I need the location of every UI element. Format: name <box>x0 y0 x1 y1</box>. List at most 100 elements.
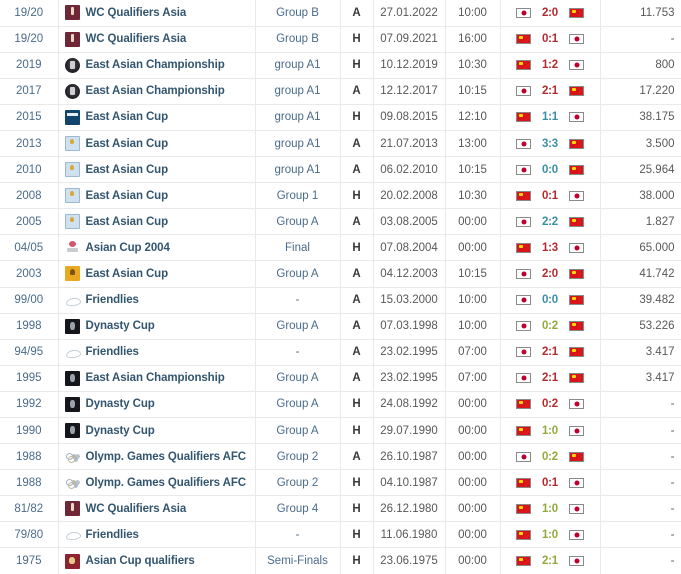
score-label[interactable]: 0:2 <box>538 451 562 463</box>
round-cell[interactable]: Group A <box>255 313 341 340</box>
round-cell[interactable]: Group 4 <box>255 495 341 522</box>
round-cell[interactable]: - <box>255 339 341 366</box>
competition-cell[interactable]: Dynasty Cup <box>58 417 256 444</box>
result-cell[interactable]: 2:1 <box>500 365 601 392</box>
table-row[interactable]: 1995 East Asian Championship Group A A 2… <box>0 365 681 392</box>
competition-link[interactable]: WC Qualifiers Asia <box>86 7 187 19</box>
score-label[interactable]: 1:3 <box>538 242 562 254</box>
score-label[interactable]: 1:1 <box>538 111 562 123</box>
competition-cell[interactable]: Asian Cup qualifiers <box>58 547 256 574</box>
score-label[interactable]: 0:2 <box>538 398 562 410</box>
competition-link[interactable]: WC Qualifiers Asia <box>86 503 187 515</box>
result-cell[interactable]: 0:1 <box>500 469 601 496</box>
score-label[interactable]: 2:1 <box>538 85 562 97</box>
competition-cell[interactable]: Asian Cup 2004 <box>58 234 256 261</box>
result-cell[interactable]: 0:0 <box>500 156 601 183</box>
result-cell[interactable]: 0:2 <box>500 313 601 340</box>
result-cell[interactable]: 2:1 <box>500 339 601 366</box>
score-label[interactable]: 3:3 <box>538 138 562 150</box>
table-row[interactable]: 2015 East Asian Cup group A1 H 09.08.201… <box>0 104 681 131</box>
score-label[interactable]: 2:0 <box>538 7 562 19</box>
competition-cell[interactable]: East Asian Cup <box>58 182 256 209</box>
competition-link[interactable]: Dynasty Cup <box>86 425 155 437</box>
table-row[interactable]: 2019 East Asian Championship group A1 H … <box>0 52 681 79</box>
competition-link[interactable]: East Asian Championship <box>86 372 225 384</box>
result-cell[interactable]: 0:2 <box>500 391 601 418</box>
table-row[interactable]: 1988 Olymp. Games Qualifiers AFC Group 2… <box>0 469 681 496</box>
score-label[interactable]: 2:1 <box>538 555 562 567</box>
result-cell[interactable]: 3:3 <box>500 130 601 157</box>
score-label[interactable]: 1:0 <box>538 529 562 541</box>
round-cell[interactable]: Group 2 <box>255 443 341 470</box>
score-label[interactable]: 1:0 <box>538 425 562 437</box>
table-row[interactable]: 1992 Dynasty Cup Group A H 24.08.1992 00… <box>0 391 681 418</box>
table-row[interactable]: 2008 East Asian Cup Group 1 H 20.02.2008… <box>0 182 681 209</box>
round-cell[interactable]: Group A <box>255 391 341 418</box>
result-cell[interactable]: 1:0 <box>500 521 601 548</box>
competition-link[interactable]: East Asian Cup <box>86 111 169 123</box>
round-cell[interactable]: group A1 <box>255 78 341 105</box>
table-row[interactable]: 1975 Asian Cup qualifiers Semi-Finals H … <box>0 547 681 574</box>
competition-cell[interactable]: WC Qualifiers Asia <box>58 26 256 53</box>
table-row[interactable]: 94/95 Friendlies - A 23.02.1995 07:00 2:… <box>0 339 681 366</box>
round-cell[interactable]: group A1 <box>255 52 341 79</box>
table-row[interactable]: 2013 East Asian Cup group A1 A 21.07.201… <box>0 130 681 157</box>
round-cell[interactable]: Group B <box>255 26 341 53</box>
competition-link[interactable]: East Asian Cup <box>86 216 169 228</box>
competition-cell[interactable]: Dynasty Cup <box>58 313 256 340</box>
result-cell[interactable]: 1:0 <box>500 495 601 522</box>
result-cell[interactable]: 2:2 <box>500 208 601 235</box>
score-label[interactable]: 0:0 <box>538 294 562 306</box>
competition-link[interactable]: East Asian Cup <box>86 164 169 176</box>
competition-cell[interactable]: East Asian Championship <box>58 78 256 105</box>
result-cell[interactable]: 0:2 <box>500 443 601 470</box>
result-cell[interactable]: 1:0 <box>500 417 601 444</box>
competition-cell[interactable]: Friendlies <box>58 521 256 548</box>
competition-link[interactable]: Olymp. Games Qualifiers AFC <box>86 477 247 489</box>
result-cell[interactable]: 0:1 <box>500 182 601 209</box>
result-cell[interactable]: 1:3 <box>500 234 601 261</box>
score-label[interactable]: 0:2 <box>538 320 562 332</box>
score-label[interactable]: 2:1 <box>538 372 562 384</box>
round-cell[interactable]: group A1 <box>255 130 341 157</box>
table-row[interactable]: 99/00 Friendlies - A 15.03.2000 10:00 0:… <box>0 287 681 314</box>
score-label[interactable]: 1:0 <box>538 503 562 515</box>
competition-link[interactable]: East Asian Championship <box>86 59 225 71</box>
result-cell[interactable]: 0:1 <box>500 26 601 53</box>
competition-link[interactable]: Asian Cup 2004 <box>86 242 170 254</box>
competition-cell[interactable]: Friendlies <box>58 287 256 314</box>
round-cell[interactable]: group A1 <box>255 156 341 183</box>
table-row[interactable]: 19/20 WC Qualifiers Asia Group B H 07.09… <box>0 26 681 53</box>
table-row[interactable]: 1990 Dynasty Cup Group A H 29.07.1990 00… <box>0 417 681 444</box>
table-row[interactable]: 2003 East Asian Cup Group A A 04.12.2003… <box>0 260 681 288</box>
competition-cell[interactable]: East Asian Cup <box>58 104 256 131</box>
competition-link[interactable]: Dynasty Cup <box>86 320 155 332</box>
competition-link[interactable]: Friendlies <box>86 529 139 541</box>
competition-cell[interactable]: Dynasty Cup <box>58 391 256 418</box>
result-cell[interactable]: 2:1 <box>500 547 601 574</box>
round-cell[interactable]: Group 1 <box>255 182 341 209</box>
competition-cell[interactable]: Friendlies <box>58 339 256 366</box>
round-cell[interactable]: Group A <box>255 208 341 235</box>
competition-link[interactable]: East Asian Cup <box>86 190 169 202</box>
result-cell[interactable]: 0:0 <box>500 287 601 314</box>
round-cell[interactable]: Group A <box>255 365 341 392</box>
round-cell[interactable]: Semi-Finals <box>255 547 341 574</box>
competition-cell[interactable]: East Asian Cup <box>58 130 256 157</box>
result-cell[interactable]: 1:1 <box>500 104 601 131</box>
competition-cell[interactable]: East Asian Championship <box>58 52 256 79</box>
round-cell[interactable]: Group A <box>255 260 341 288</box>
round-cell[interactable]: - <box>255 287 341 314</box>
competition-link[interactable]: East Asian Cup <box>86 138 169 150</box>
table-row[interactable]: 04/05 Asian Cup 2004 Final H 07.08.2004 … <box>0 234 681 261</box>
round-cell[interactable]: Group A <box>255 417 341 444</box>
score-label[interactable]: 0:1 <box>538 33 562 45</box>
competition-link[interactable]: Asian Cup qualifiers <box>86 555 195 567</box>
score-label[interactable]: 1:2 <box>538 59 562 71</box>
competition-link[interactable]: Friendlies <box>86 294 139 306</box>
table-row[interactable]: 2010 East Asian Cup group A1 A 06.02.201… <box>0 156 681 183</box>
result-cell[interactable]: 2:0 <box>500 260 601 288</box>
competition-link[interactable]: WC Qualifiers Asia <box>86 33 187 45</box>
competition-cell[interactable]: East Asian Cup <box>58 260 256 288</box>
competition-cell[interactable]: East Asian Championship <box>58 365 256 392</box>
